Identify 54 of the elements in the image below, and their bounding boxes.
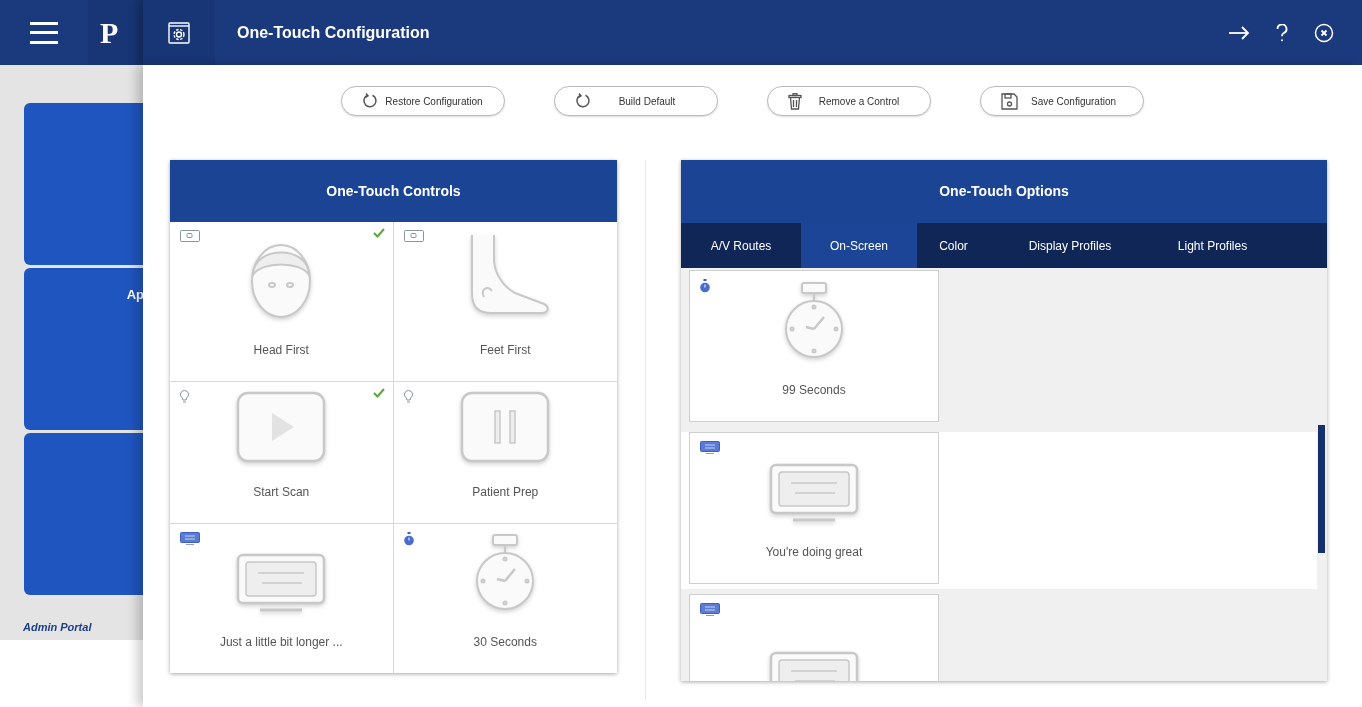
refresh-icon	[575, 93, 591, 109]
toolbar-button[interactable]: Restore Configuration	[341, 86, 505, 116]
control-tile[interactable]: Just a little bit longer ...	[170, 524, 394, 673]
control-tile[interactable]: Head First	[170, 222, 394, 382]
control-label: Patient Prep	[472, 484, 539, 501]
camera-icon	[180, 230, 200, 242]
option-label: You're doing great	[765, 544, 863, 561]
app-tile[interactable]	[24, 433, 143, 595]
logo: P	[100, 15, 119, 51]
help-icon[interactable]	[1276, 23, 1288, 42]
camera-icon	[403, 230, 424, 242]
control-label: Head First	[253, 342, 309, 359]
control-label: Just a little bit longer ...	[219, 634, 343, 651]
option-row[interactable]: 99 Seconds	[681, 270, 1327, 427]
stopwatch-icon	[403, 532, 414, 546]
tile-label: Ap	[126, 286, 143, 304]
tab[interactable]: Color	[917, 223, 990, 268]
scrollbar-thumb[interactable]	[1318, 425, 1325, 553]
control-label: Feet First	[479, 342, 531, 359]
trash-icon	[788, 92, 802, 110]
option-row[interactable]: You're doing great	[681, 432, 1317, 589]
tab[interactable]: A/V Routes	[681, 223, 801, 268]
tab[interactable]: Light Profiles	[1150, 223, 1275, 268]
control-tile[interactable]: Start Scan	[170, 382, 394, 524]
menu-icon[interactable]	[30, 21, 58, 44]
light-bulb-icon	[403, 390, 413, 404]
toolbar-button[interactable]: Build Default	[554, 86, 718, 116]
control-tile[interactable]: Feet First	[393, 222, 617, 382]
panel-header: One-Touch Controls	[170, 160, 617, 222]
gear-icon	[168, 21, 190, 44]
toolbar-button[interactable]: Save Configuration	[980, 86, 1144, 116]
stopwatch-icon	[700, 279, 710, 293]
option-label: 99 Seconds	[782, 382, 846, 399]
control-label: 30 Seconds	[473, 634, 537, 651]
toolbar-button[interactable]: Remove a Control	[767, 86, 931, 116]
monitor-icon	[700, 441, 720, 455]
option-card[interactable]: You're doing great	[689, 432, 939, 584]
app-tile[interactable]	[24, 103, 143, 265]
app-tile[interactable]: Ap	[24, 268, 143, 430]
control-label: Start Scan	[253, 484, 310, 501]
tab[interactable]: On-Screen	[801, 223, 917, 268]
refresh-icon	[362, 93, 378, 109]
tab[interactable]: Display Profiles	[990, 223, 1150, 268]
control-tile[interactable]: 30 Seconds	[393, 524, 617, 673]
monitor-icon	[180, 532, 200, 546]
light-bulb-icon	[180, 390, 189, 404]
control-tile[interactable]: Patient Prep	[393, 382, 617, 524]
admin-portal-link[interactable]: Admin Portal	[23, 619, 143, 636]
monitor-icon	[700, 603, 720, 617]
option-card[interactable]: 99 Seconds	[689, 270, 939, 422]
close-icon[interactable]	[1314, 22, 1334, 43]
panel-header: One-Touch Options	[681, 160, 1327, 223]
window-title: One-Touch Configuration	[237, 22, 430, 43]
arrow-right-icon[interactable]	[1228, 25, 1250, 40]
